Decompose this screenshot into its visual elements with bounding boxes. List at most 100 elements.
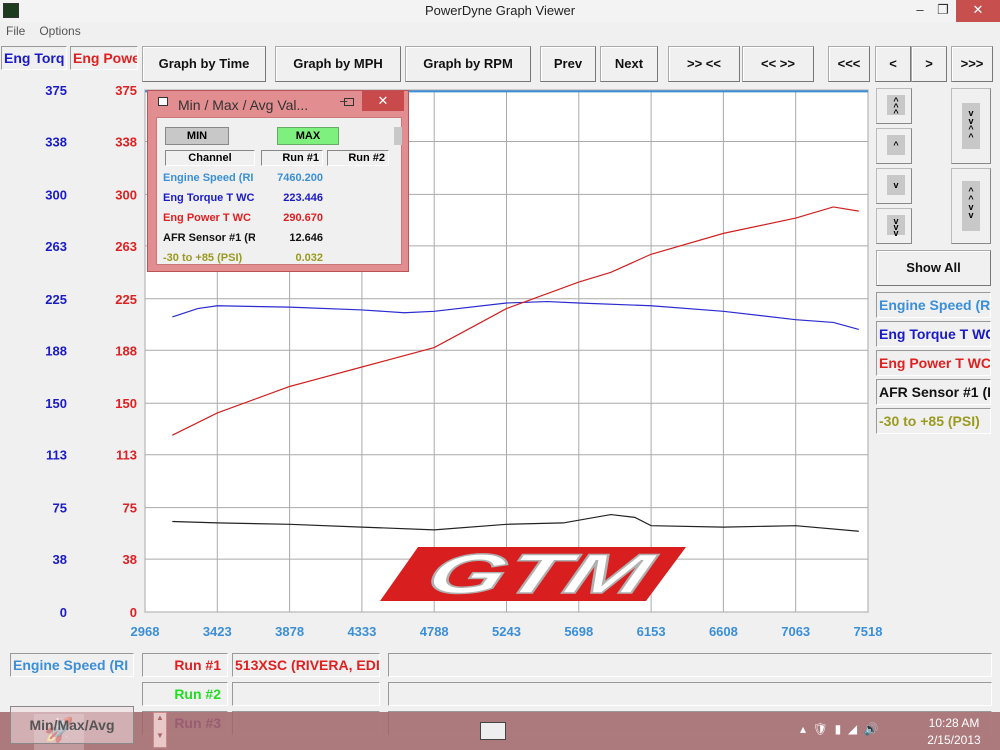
triple-down-icon: vvv — [887, 215, 905, 238]
max-button[interactable]: MAX — [277, 127, 339, 145]
dialog-close-button[interactable]: ✕ — [362, 91, 404, 111]
legend-item[interactable]: AFR Sensor #1 (I — [876, 379, 991, 405]
run-name-field[interactable] — [232, 682, 380, 706]
gtm-logo: GTM — [380, 543, 686, 605]
y-tick-label-power: 338 — [115, 135, 137, 150]
run-scrollbar[interactable]: ▲ ▼ — [153, 712, 167, 748]
y-tick-label-torque: 150 — [45, 396, 67, 411]
graph-by-rpm-button[interactable]: Graph by RPM — [405, 46, 531, 82]
next-button[interactable]: Next — [600, 46, 658, 82]
window-title: PowerDyne Graph Viewer — [424, 3, 576, 18]
zoom-in-x-button[interactable]: >> << — [668, 46, 740, 82]
run-label[interactable]: Run #2 — [142, 682, 228, 706]
y-tick-label-power: 75 — [123, 501, 137, 516]
x-tick-label: 4333 — [347, 624, 376, 639]
dialog-title: Min / Max / Avg Val... — [178, 97, 309, 113]
y-tick-label-power: 150 — [115, 396, 137, 411]
dialog-row-run1: 7460.200 — [277, 172, 323, 184]
title-bar: PowerDyne Graph Viewer — [0, 0, 1000, 22]
min-max-avg-dialog: Min / Max / Avg Val... – ✕ MIN MAX Chann… — [147, 90, 409, 272]
y-tick-label-power: 300 — [115, 187, 137, 202]
restore-button[interactable]: ❐ — [928, 0, 958, 22]
dialog-row-run1: 223.446 — [283, 192, 323, 204]
show-all-button[interactable]: Show All — [876, 250, 991, 286]
legend-item[interactable]: Engine Speed (R — [876, 292, 991, 318]
y-tick-label-torque: 263 — [45, 239, 67, 254]
scroll-left-button[interactable]: < — [875, 46, 911, 82]
clock-date[interactable]: 2/15/2013 — [922, 733, 986, 747]
y-tick-label-power: 225 — [115, 292, 137, 307]
up-icon: ^ — [887, 135, 905, 155]
min-max-avg-button[interactable]: Min/Max/Avg — [10, 706, 134, 744]
run-label[interactable]: Run #1 — [142, 653, 228, 677]
menu-file[interactable]: File — [6, 24, 25, 38]
x-tick-label: 2968 — [131, 624, 160, 639]
legend-item[interactable]: Eng Power T WC — [876, 350, 991, 376]
y-tick-label-torque: 0 — [60, 605, 67, 620]
close-button[interactable]: ✕ — [956, 0, 1000, 22]
y-tick-label-torque: 113 — [46, 448, 67, 463]
dialog-icon — [158, 97, 168, 106]
x-tick-label: 6153 — [637, 624, 666, 639]
clock-time[interactable]: 10:28 AM — [922, 716, 986, 730]
col-run1: Run #1 — [261, 150, 323, 166]
taskbar: 🚀 ▴ 🛡 ▮ ◢ 🔊 10:28 AM 2/15/2013 — [0, 712, 1000, 750]
scroll-top-button[interactable]: ^ ^ ^ — [876, 88, 912, 124]
y-tick-label-torque: 225 — [45, 292, 67, 307]
x-tick-label: 6608 — [709, 624, 738, 639]
svg-text:GTM: GTM — [418, 544, 664, 605]
triple-up-icon: ^ ^ ^ — [887, 95, 905, 118]
x-tick-label: 7063 — [781, 624, 810, 639]
prev-button[interactable]: Prev — [540, 46, 596, 82]
dialog-row-run1: 290.670 — [283, 212, 323, 224]
graph-by-time-button[interactable]: Graph by Time — [142, 46, 266, 82]
avg-button[interactable] — [394, 127, 402, 145]
y-tick-label-power: 375 — [115, 83, 137, 98]
graph-by-mph-button[interactable]: Graph by MPH — [275, 46, 401, 82]
y-tick-label-power: 38 — [123, 552, 137, 567]
zoom-out-x-button[interactable]: << >> — [742, 46, 814, 82]
x-tick-label: 3878 — [275, 624, 304, 639]
run-notes-field[interactable] — [388, 653, 992, 677]
zoom-in-vertical-button[interactable]: ^ ^ v v — [951, 168, 991, 244]
x-tick-label: 3423 — [203, 624, 232, 639]
legend-item[interactable]: Eng Torque T WC — [876, 321, 991, 347]
menu-bar: File Options — [0, 22, 89, 40]
keyboard-icon[interactable] — [480, 722, 506, 740]
scroll-up-button[interactable]: ^ — [876, 128, 912, 164]
run-name-field[interactable]: 513XSC (RIVERA, EDD — [232, 653, 380, 677]
dialog-row-channel: Eng Power T WC — [163, 212, 251, 224]
x-tick-label: 4788 — [420, 624, 449, 639]
y-tick-label-torque: 375 — [45, 83, 67, 98]
zoom-in-vertical-icon: ^ ^ v v — [962, 181, 980, 231]
scroll-right-button[interactable]: > — [911, 46, 947, 82]
legend-item[interactable]: -30 to +85 (PSI) — [876, 408, 991, 434]
col-run2: Run #2 — [327, 150, 389, 166]
tray-icons[interactable]: ▴ 🛡 ▮ ◢ 🔊 — [800, 722, 879, 736]
dialog-row-channel: -30 to +85 (PSI) — [163, 252, 243, 264]
x-tick-label: 5698 — [564, 624, 593, 639]
dialog-row-channel: AFR Sensor #1 (R — [163, 232, 255, 244]
scroll-far-right-button[interactable]: >>> — [951, 46, 993, 82]
run-notes-field[interactable] — [388, 682, 992, 706]
y-tick-label-power: 188 — [115, 343, 137, 358]
y-tick-label-power: 263 — [115, 239, 137, 254]
min-button[interactable]: MIN — [165, 127, 229, 145]
col-channel: Channel — [165, 150, 255, 166]
dialog-row-channel: Eng Torque T WC — [163, 192, 255, 204]
left-axis-header-torque[interactable]: Eng Torq — [1, 46, 67, 70]
zoom-out-vertical-button[interactable]: v v ^ ^ — [951, 88, 991, 164]
scroll-far-left-button[interactable]: <<< — [828, 46, 870, 82]
y-tick-label-power: 0 — [130, 605, 137, 620]
dialog-maximize-button[interactable] — [344, 98, 354, 106]
y-tick-label-torque: 38 — [53, 552, 67, 567]
y-tick-label-torque: 338 — [45, 135, 67, 150]
menu-options[interactable]: Options — [39, 24, 80, 38]
y-tick-label-power: 113 — [116, 448, 137, 463]
scroll-bottom-button[interactable]: vvv — [876, 208, 912, 244]
left-axis-header-power[interactable]: Eng Powe — [70, 46, 138, 70]
down-icon: v — [887, 175, 905, 195]
dialog-row-run1: 12.646 — [289, 232, 323, 244]
bottom-channel-field[interactable]: Engine Speed (RI — [10, 653, 134, 677]
scroll-down-button[interactable]: v — [876, 168, 912, 204]
